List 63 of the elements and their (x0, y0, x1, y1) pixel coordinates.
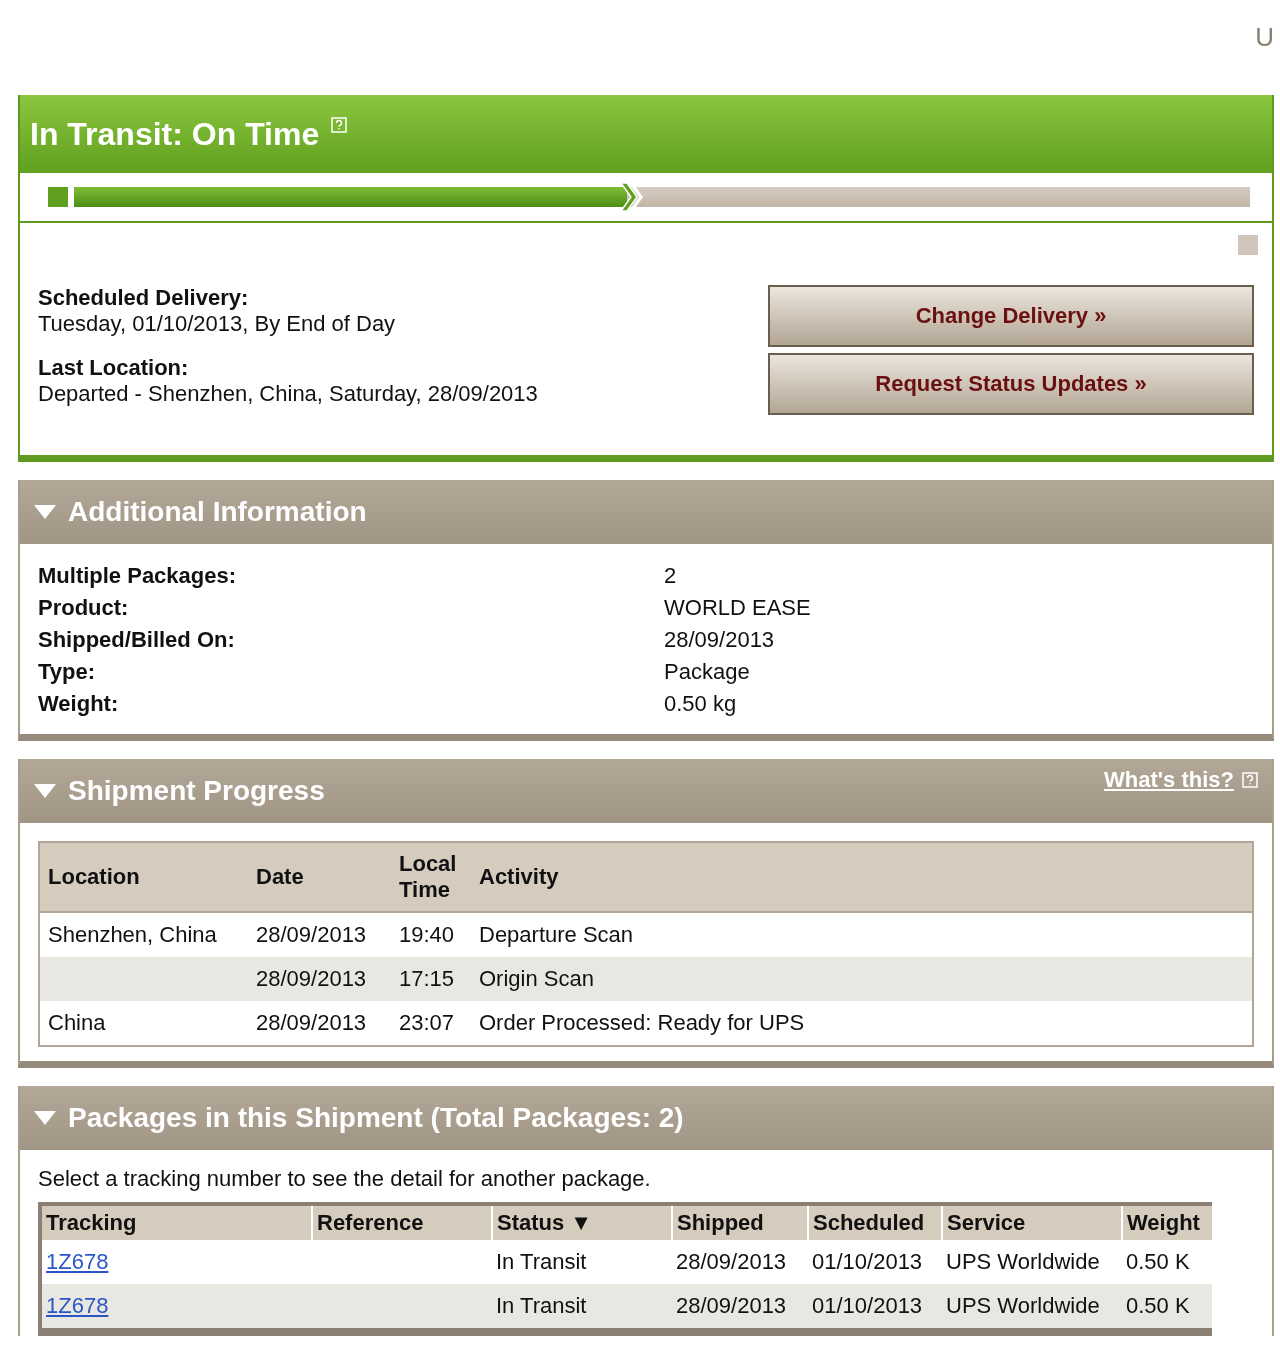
section-title: Shipment Progress (68, 775, 325, 807)
table-cell: Order Processed: Ready for UPS (479, 1010, 805, 1035)
info-value: WORLD EASE (664, 594, 812, 622)
table-cell: In Transit (496, 1249, 587, 1274)
column-header[interactable]: Service (942, 1206, 1122, 1240)
info-label: Shipped/Billed On: (38, 626, 236, 654)
progress-start-marker (48, 187, 68, 207)
info-value: 2 (664, 562, 678, 590)
column-header: Date (248, 843, 391, 912)
instruction-text: Select a tracking number to see the detail for another package. (37, 1165, 652, 1193)
table-cell: In Transit (496, 1293, 587, 1318)
collapse-triangle-icon[interactable] (34, 1111, 56, 1125)
column-header: Location (40, 843, 248, 912)
table-cell: 28/09/2013 (256, 966, 367, 991)
table-cell: 28/09/2013 (256, 922, 367, 947)
section-title: Additional Information (68, 496, 367, 528)
column-header[interactable]: Reference (312, 1206, 492, 1240)
help-icon[interactable] (331, 117, 348, 133)
info-label: Multiple Packages: (38, 562, 238, 590)
info-label: Type: (38, 658, 97, 686)
info-value: 0.50 kg (664, 690, 738, 718)
table-cell: 28/09/2013 (676, 1249, 787, 1274)
table-cell: 01/10/2013 (812, 1293, 923, 1318)
column-header[interactable]: Shipped (672, 1206, 808, 1240)
collapse-triangle-icon[interactable] (34, 784, 56, 798)
table-cell: 0.50 K (1126, 1293, 1190, 1318)
table-cell: UPS Worldwide (946, 1293, 1100, 1318)
destination-marker (1238, 235, 1258, 255)
detail-value: Tuesday, 01/10/2013, By End of Day (38, 311, 397, 337)
table-cell: China (48, 1010, 106, 1035)
column-header[interactable]: Tracking (42, 1206, 312, 1240)
corner-text[interactable]: U (1255, 22, 1274, 53)
info-value: Package (664, 658, 751, 686)
table-cell: UPS Worldwide (946, 1249, 1100, 1274)
info-value: 28/09/2013 (664, 626, 776, 654)
help-icon[interactable] (1242, 772, 1258, 788)
info-label: Product: (38, 594, 130, 622)
column-header[interactable]: Status ▼ (492, 1206, 672, 1240)
tracking-link[interactable]: 1Z678 (46, 1293, 109, 1318)
column-header: Activity (471, 843, 1252, 912)
tracking-link[interactable]: 1Z678 (46, 1249, 109, 1274)
action-button[interactable]: Request Status Updates » (768, 353, 1254, 415)
table-cell: 0.50 K (1126, 1249, 1190, 1274)
action-button[interactable]: Change Delivery » (768, 285, 1254, 347)
detail-label: Last Location: (38, 355, 190, 381)
detail-value: Departed - Shenzhen, China, Saturday, 28/09/2013 (38, 381, 538, 407)
table-cell: Shenzhen, China (48, 922, 217, 947)
table-cell: 01/10/2013 (812, 1249, 923, 1274)
table-cell: 17:15 (399, 966, 455, 991)
table-cell: Departure Scan (479, 922, 634, 947)
column-header: Local Time (391, 843, 471, 912)
table-cell: 28/09/2013 (256, 1010, 367, 1035)
section-title: Packages in this Shipment (Total Packages: 2) (68, 1102, 684, 1134)
column-header[interactable]: Weight (1122, 1206, 1212, 1240)
info-label: Weight: (38, 690, 120, 718)
table-cell: 28/09/2013 (676, 1293, 787, 1318)
column-header[interactable]: Scheduled (808, 1206, 942, 1240)
status-title: In Transit: On Time (30, 115, 320, 153)
table-cell: 19:40 (399, 922, 455, 947)
table-cell: 23:07 (399, 1010, 455, 1035)
table-cell: Origin Scan (479, 966, 594, 991)
collapse-triangle-icon[interactable] (34, 505, 56, 519)
detail-label: Scheduled Delivery: (38, 285, 250, 311)
